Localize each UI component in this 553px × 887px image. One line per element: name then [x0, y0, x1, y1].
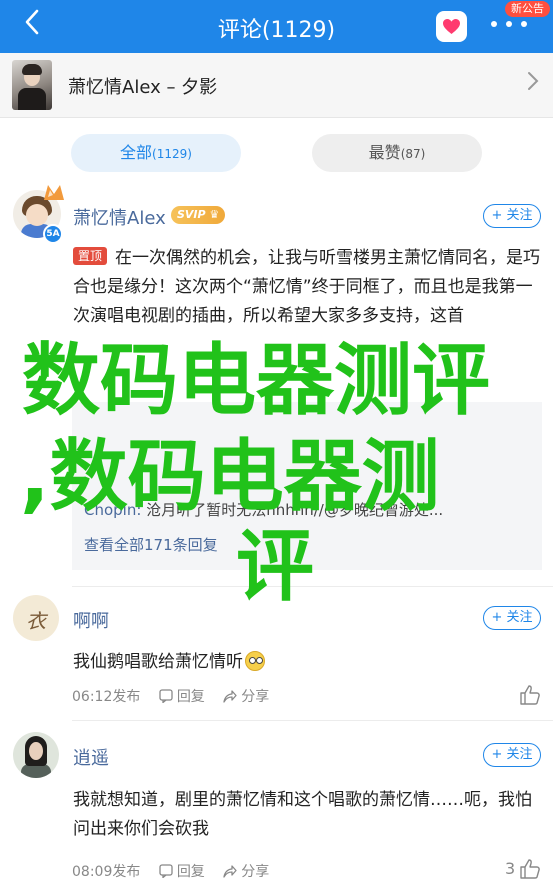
comment-username[interactable]: 啊啊	[73, 607, 109, 633]
comment-username[interactable]: 逍遥	[73, 744, 109, 770]
announcement-badge[interactable]: 新公告	[505, 1, 550, 17]
emoji-icon	[245, 651, 265, 671]
page-title: 评论(1129)	[217, 18, 336, 43]
chevron-right-icon[interactable]	[527, 71, 539, 97]
top-nav-bar: 评论(1129) 新公告	[0, 0, 553, 53]
reply-item[interactable]: Chopin: 沧月听了暂时无法hhhhh//@岁晚纪曾游处...	[84, 499, 534, 520]
share-button[interactable]: 分享	[241, 689, 269, 705]
follow-button[interactable]: + 关注	[483, 204, 541, 228]
article-thumbnail	[12, 60, 52, 110]
reply-icon[interactable]	[159, 689, 173, 703]
heart-icon[interactable]	[436, 11, 467, 42]
article-title: 萧忆情Alex – 夕影	[68, 77, 218, 98]
fox-ear-decoration-icon	[44, 185, 64, 200]
tab-all-count: (1129)	[152, 147, 192, 161]
divider	[72, 720, 553, 721]
comment-meta: 08:09发布 回复 分享	[72, 861, 269, 881]
article-bar[interactable]: 萧忆情Alex – 夕影	[0, 53, 553, 118]
avatar[interactable]	[13, 732, 59, 778]
comment-text: 我仙鹅唱歌给萧忆情听	[73, 648, 543, 677]
reply-button[interactable]: 回复	[177, 689, 205, 705]
reply-button[interactable]: 回复	[177, 864, 205, 880]
avatar[interactable]: 衣	[13, 595, 59, 641]
share-icon[interactable]	[223, 689, 237, 703]
follow-button[interactable]: + 关注	[483, 743, 541, 767]
tab-most-liked[interactable]: 最赞(87)	[312, 134, 482, 172]
tab-all[interactable]: 全部(1129)	[71, 134, 241, 172]
comment-text: 我就想知道，剧里的萧忆情和这个唱歌的萧忆情……呃，我怕问出来你们会砍我	[73, 786, 533, 844]
comment-body: 我仙鹅唱歌给萧忆情听	[73, 652, 243, 672]
comment-username[interactable]: 萧忆情Alex	[73, 204, 166, 230]
tab-all-label: 全部	[120, 143, 153, 162]
comment-body: 我就想知道，剧里的萧忆情和这个唱歌的萧忆情……呃，我怕问出来你们会砍我	[73, 790, 532, 839]
reply-text: 沧月听了暂时无法hhhhh//@岁晚纪曾游处...	[146, 501, 444, 519]
svip-label: SVIP	[177, 208, 206, 221]
tab-most-liked-count: (87)	[400, 147, 426, 161]
like-count: 3	[505, 859, 516, 878]
divider	[72, 586, 553, 587]
follow-button[interactable]: + 关注	[483, 606, 541, 630]
pinned-badge: 置顶	[73, 247, 108, 265]
comment-text: 置顶 在一次偶然的机会，让我与听雪楼男主萧忆情同名，是巧合也是缘分！这次两个“萧忆…	[73, 244, 543, 360]
svip-badge: SVIP ♛	[171, 206, 226, 224]
view-all-replies-link[interactable]: 查看全部171条回复	[84, 534, 218, 555]
reply-preview-box[interactable]: Chopin: 沧月听了暂时无法hhhhh//@岁晚纪曾游处... 查看全部17…	[72, 402, 542, 570]
reply-username[interactable]: Chopin:	[84, 501, 141, 519]
share-button[interactable]: 分享	[241, 864, 269, 880]
user-level-badge: 5A	[43, 224, 63, 244]
tab-most-liked-label: 最赞	[368, 143, 401, 162]
comment-time: 08:09发布	[72, 864, 141, 880]
comment-body: 在一次偶然的机会，让我与听雪楼男主萧忆情同名，是巧合也是缘分！这次两个“萧忆情”…	[73, 248, 541, 326]
thumbs-up-icon[interactable]	[519, 858, 541, 880]
reply-icon[interactable]	[159, 864, 173, 878]
more-dots-icon[interactable]	[489, 18, 529, 32]
share-icon[interactable]	[223, 864, 237, 878]
thumbs-up-icon[interactable]	[519, 684, 541, 706]
comment-meta: 06:12发布 回复 分享	[72, 686, 269, 706]
comment-time: 06:12发布	[72, 689, 141, 705]
